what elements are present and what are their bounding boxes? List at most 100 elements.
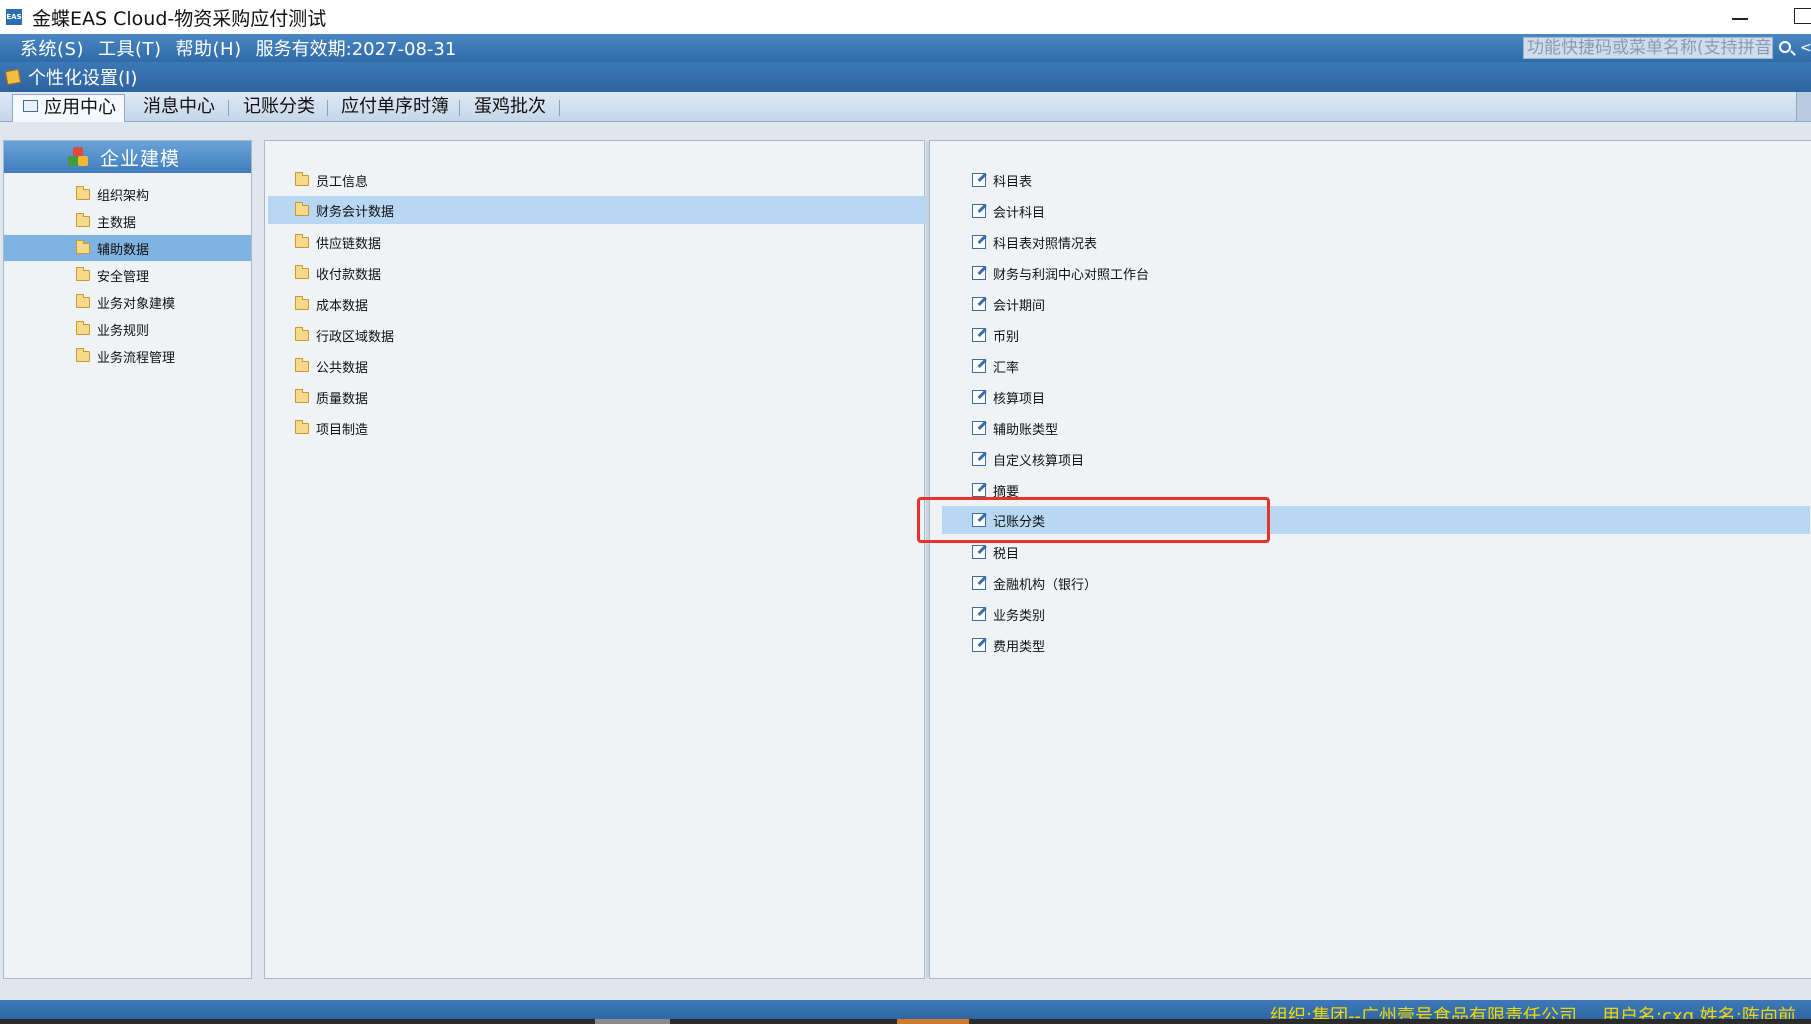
- function-currency[interactable]: 币别: [930, 321, 1810, 349]
- function-label: 财务与利润中心对照工作台: [993, 267, 1150, 283]
- tab-label: 应用中心: [44, 97, 116, 118]
- category-public-data[interactable]: 公共数据: [265, 352, 924, 380]
- function-search-input[interactable]: 功能快捷码或菜单名称(支持拼音: [1523, 37, 1773, 59]
- folder-icon: [295, 419, 309, 434]
- edit-note-icon: [972, 576, 986, 590]
- taskbar-item-active[interactable]: [897, 1019, 969, 1024]
- nav-item-label: 业务流程管理: [97, 350, 176, 366]
- nav-item-process-management[interactable]: 业务流程管理: [76, 343, 251, 369]
- function-panel: 科目表 会计科目 科目表对照情况表 财务与利润中心对照工作台 会计期间 币别 汇…: [926, 140, 1811, 979]
- category-admin-region[interactable]: 行政区域数据: [265, 321, 924, 349]
- category-label: 项目制造: [316, 422, 369, 438]
- category-label: 财务会计数据: [316, 204, 395, 220]
- nav-item-label: 业务规则: [97, 323, 150, 339]
- category-receipt-payment[interactable]: 收付款数据: [265, 259, 924, 287]
- category-cost-data[interactable]: 成本数据: [265, 290, 924, 318]
- tab-app-center[interactable]: 应用中心: [12, 94, 125, 122]
- function-label: 科目表对照情况表: [993, 236, 1098, 252]
- tab-separator: [228, 100, 229, 116]
- function-label: 金融机构（银行）: [993, 577, 1098, 593]
- function-label: 核算项目: [993, 391, 1046, 407]
- edit-note-icon: [972, 638, 986, 652]
- category-employee-info[interactable]: 员工信息: [265, 166, 924, 194]
- tab-layer-batch[interactable]: 蛋鸡批次: [474, 92, 546, 121]
- function-accounting-subject[interactable]: 会计科目: [930, 197, 1810, 225]
- tab-payable-journal[interactable]: 应付单序时簿: [341, 92, 449, 121]
- function-exchange-rate[interactable]: 汇率: [930, 352, 1810, 380]
- tab-scroll-button[interactable]: [1796, 92, 1811, 121]
- edit-note-icon: [972, 607, 986, 621]
- service-expiry: 服务有效期:2027-08-31: [255, 39, 457, 60]
- category-label: 供应链数据: [316, 236, 382, 252]
- function-auxiliary-ledger-type[interactable]: 辅助账类型: [930, 414, 1810, 442]
- personalize-settings-button[interactable]: 个性化设置(I): [28, 64, 137, 90]
- function-label: 币别: [993, 329, 1020, 345]
- nav-item-label: 主数据: [97, 215, 137, 231]
- left-nav-panel: 企业建模 组织架构 主数据 辅助数据 安全管理 业务对象建模 业务规则 业务流程…: [3, 140, 252, 979]
- folder-icon: [76, 347, 90, 362]
- folder-icon: [76, 266, 90, 281]
- category-label: 行政区域数据: [316, 329, 395, 345]
- function-accounting-period[interactable]: 会计期间: [930, 290, 1810, 318]
- category-label: 收付款数据: [316, 267, 382, 283]
- edit-note-icon: [972, 545, 986, 559]
- search-dropdown-icon[interactable]: <: [1800, 40, 1811, 56]
- category-quality-data[interactable]: 质量数据: [265, 383, 924, 411]
- left-panel-title: 企业建模: [100, 147, 181, 170]
- category-label: 成本数据: [316, 298, 369, 314]
- nav-item-auxiliary-data[interactable]: 辅助数据: [4, 235, 251, 261]
- category-label: 公共数据: [316, 360, 369, 376]
- function-accounting-item[interactable]: 核算项目: [930, 383, 1810, 411]
- function-label: 会计科目: [993, 205, 1046, 221]
- category-finance-accounting[interactable]: 财务会计数据: [268, 196, 927, 224]
- tab-separator: [327, 100, 328, 116]
- folder-icon: [295, 388, 309, 403]
- edit-note-icon: [972, 359, 986, 373]
- function-label: 汇率: [993, 360, 1020, 376]
- function-expense-type[interactable]: 费用类型: [930, 631, 1810, 659]
- function-account-mapping-report[interactable]: 科目表对照情况表: [930, 228, 1810, 256]
- nav-item-business-object-modeling[interactable]: 业务对象建模: [76, 289, 251, 315]
- folder-icon: [295, 357, 309, 372]
- edit-note-icon: [972, 452, 986, 466]
- function-profit-center-workbench[interactable]: 财务与利润中心对照工作台: [930, 259, 1810, 287]
- function-chart-of-accounts[interactable]: 科目表: [930, 166, 1810, 194]
- window-title: 金蝶EAS Cloud-物资采购应付测试: [32, 7, 327, 30]
- function-custom-accounting-item[interactable]: 自定义核算项目: [930, 445, 1810, 473]
- category-label: 质量数据: [316, 391, 369, 407]
- nav-item-label: 安全管理: [97, 269, 150, 285]
- function-financial-institution[interactable]: 金融机构（银行）: [930, 569, 1810, 597]
- function-business-type[interactable]: 业务类别: [930, 600, 1810, 628]
- function-label: 科目表: [993, 174, 1033, 190]
- menu-bar: 系统(S) 工具(T) 帮助(H) 服务有效期:2027-08-31 功能快捷码…: [0, 34, 1811, 62]
- function-label: 业务类别: [993, 608, 1046, 624]
- folder-icon: [76, 185, 90, 200]
- monitor-icon: [23, 100, 38, 112]
- folder-icon: [76, 212, 90, 227]
- category-supply-chain[interactable]: 供应链数据: [265, 228, 924, 256]
- search-icon[interactable]: [1779, 41, 1791, 53]
- modeling-cube-icon: [68, 147, 88, 167]
- nav-item-business-rules[interactable]: 业务规则: [76, 316, 251, 342]
- folder-icon: [295, 264, 309, 279]
- menu-system[interactable]: 系统(S): [20, 35, 84, 61]
- function-label: 自定义核算项目: [993, 453, 1085, 469]
- menu-help[interactable]: 帮助(H): [176, 35, 242, 61]
- edit-note-icon: [972, 328, 986, 342]
- folder-icon: [295, 171, 309, 186]
- edit-note-icon: [972, 173, 986, 187]
- menu-tools[interactable]: 工具(T): [98, 35, 162, 61]
- function-label: 税目: [993, 546, 1020, 562]
- tab-posting-category[interactable]: 记账分类: [243, 92, 315, 121]
- nav-item-master-data[interactable]: 主数据: [76, 208, 251, 234]
- tab-message-center[interactable]: 消息中心: [143, 92, 215, 121]
- maximize-icon[interactable]: [1794, 8, 1811, 24]
- minimize-icon[interactable]: [1728, 4, 1752, 28]
- nav-item-label: 组织架构: [97, 188, 150, 204]
- nav-item-org-structure[interactable]: 组织架构: [76, 181, 251, 207]
- category-project-manufacturing[interactable]: 项目制造: [265, 414, 924, 442]
- folder-icon: [76, 239, 90, 254]
- left-panel-header: 企业建模: [4, 141, 251, 173]
- nav-item-security[interactable]: 安全管理: [76, 262, 251, 288]
- taskbar-item[interactable]: [595, 1019, 670, 1024]
